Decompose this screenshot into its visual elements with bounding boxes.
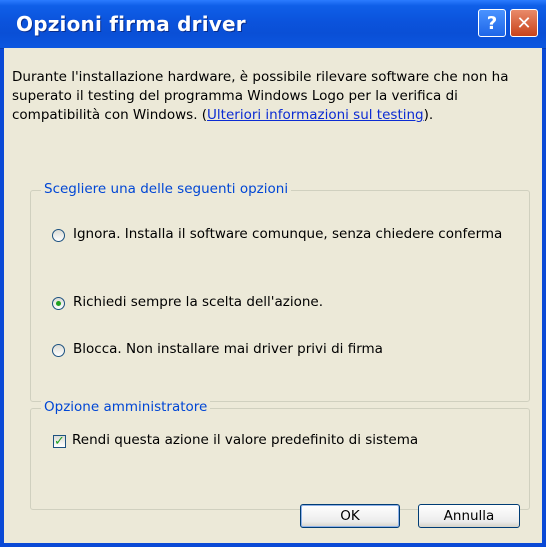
ok-button[interactable]: OK xyxy=(300,504,400,528)
options-group-label: Scegliere una delle seguenti opzioni xyxy=(41,181,292,197)
options-group: Scegliere una delle seguenti opzioni Ign… xyxy=(30,181,530,402)
cancel-button[interactable]: Annulla xyxy=(418,504,520,528)
window-title: Opzioni firma driver xyxy=(16,12,246,36)
title-bar[interactable]: Opzioni firma driver ? ✕ xyxy=(0,0,546,49)
description-text: Durante l'installazione hardware, è poss… xyxy=(12,68,512,125)
description-suffix: ). xyxy=(423,107,434,123)
close-icon: ✕ xyxy=(516,12,532,34)
admin-group-label: Opzione amministratore xyxy=(41,399,211,415)
radio-blocca[interactable] xyxy=(52,344,65,357)
option-blocca-label[interactable]: Blocca. Non installare mai driver privi … xyxy=(73,340,513,359)
option-richiedi-label[interactable]: Richiedi sempre la scelta dell'azione. xyxy=(73,293,513,312)
default-checkbox[interactable]: ✓ xyxy=(53,435,66,448)
help-button[interactable]: ? xyxy=(478,9,506,37)
dialog-body: Durante l'installazione hardware, è poss… xyxy=(4,48,542,543)
dialog-window: Opzioni firma driver ? ✕ Durante l'insta… xyxy=(0,0,546,547)
check-icon: ✓ xyxy=(54,434,65,449)
option-ignora-label[interactable]: Ignora. Installa il software comunque, s… xyxy=(73,225,513,244)
close-button[interactable]: ✕ xyxy=(510,9,538,37)
admin-group: Opzione amministratore ✓ Rendi questa az… xyxy=(30,399,530,510)
default-checkbox-label[interactable]: Rendi questa azione il valore predefinit… xyxy=(72,431,512,450)
radio-ignora[interactable] xyxy=(52,229,65,242)
radio-richiedi[interactable] xyxy=(52,297,65,310)
more-info-link[interactable]: Ulteriori informazioni sul testing xyxy=(207,107,424,123)
